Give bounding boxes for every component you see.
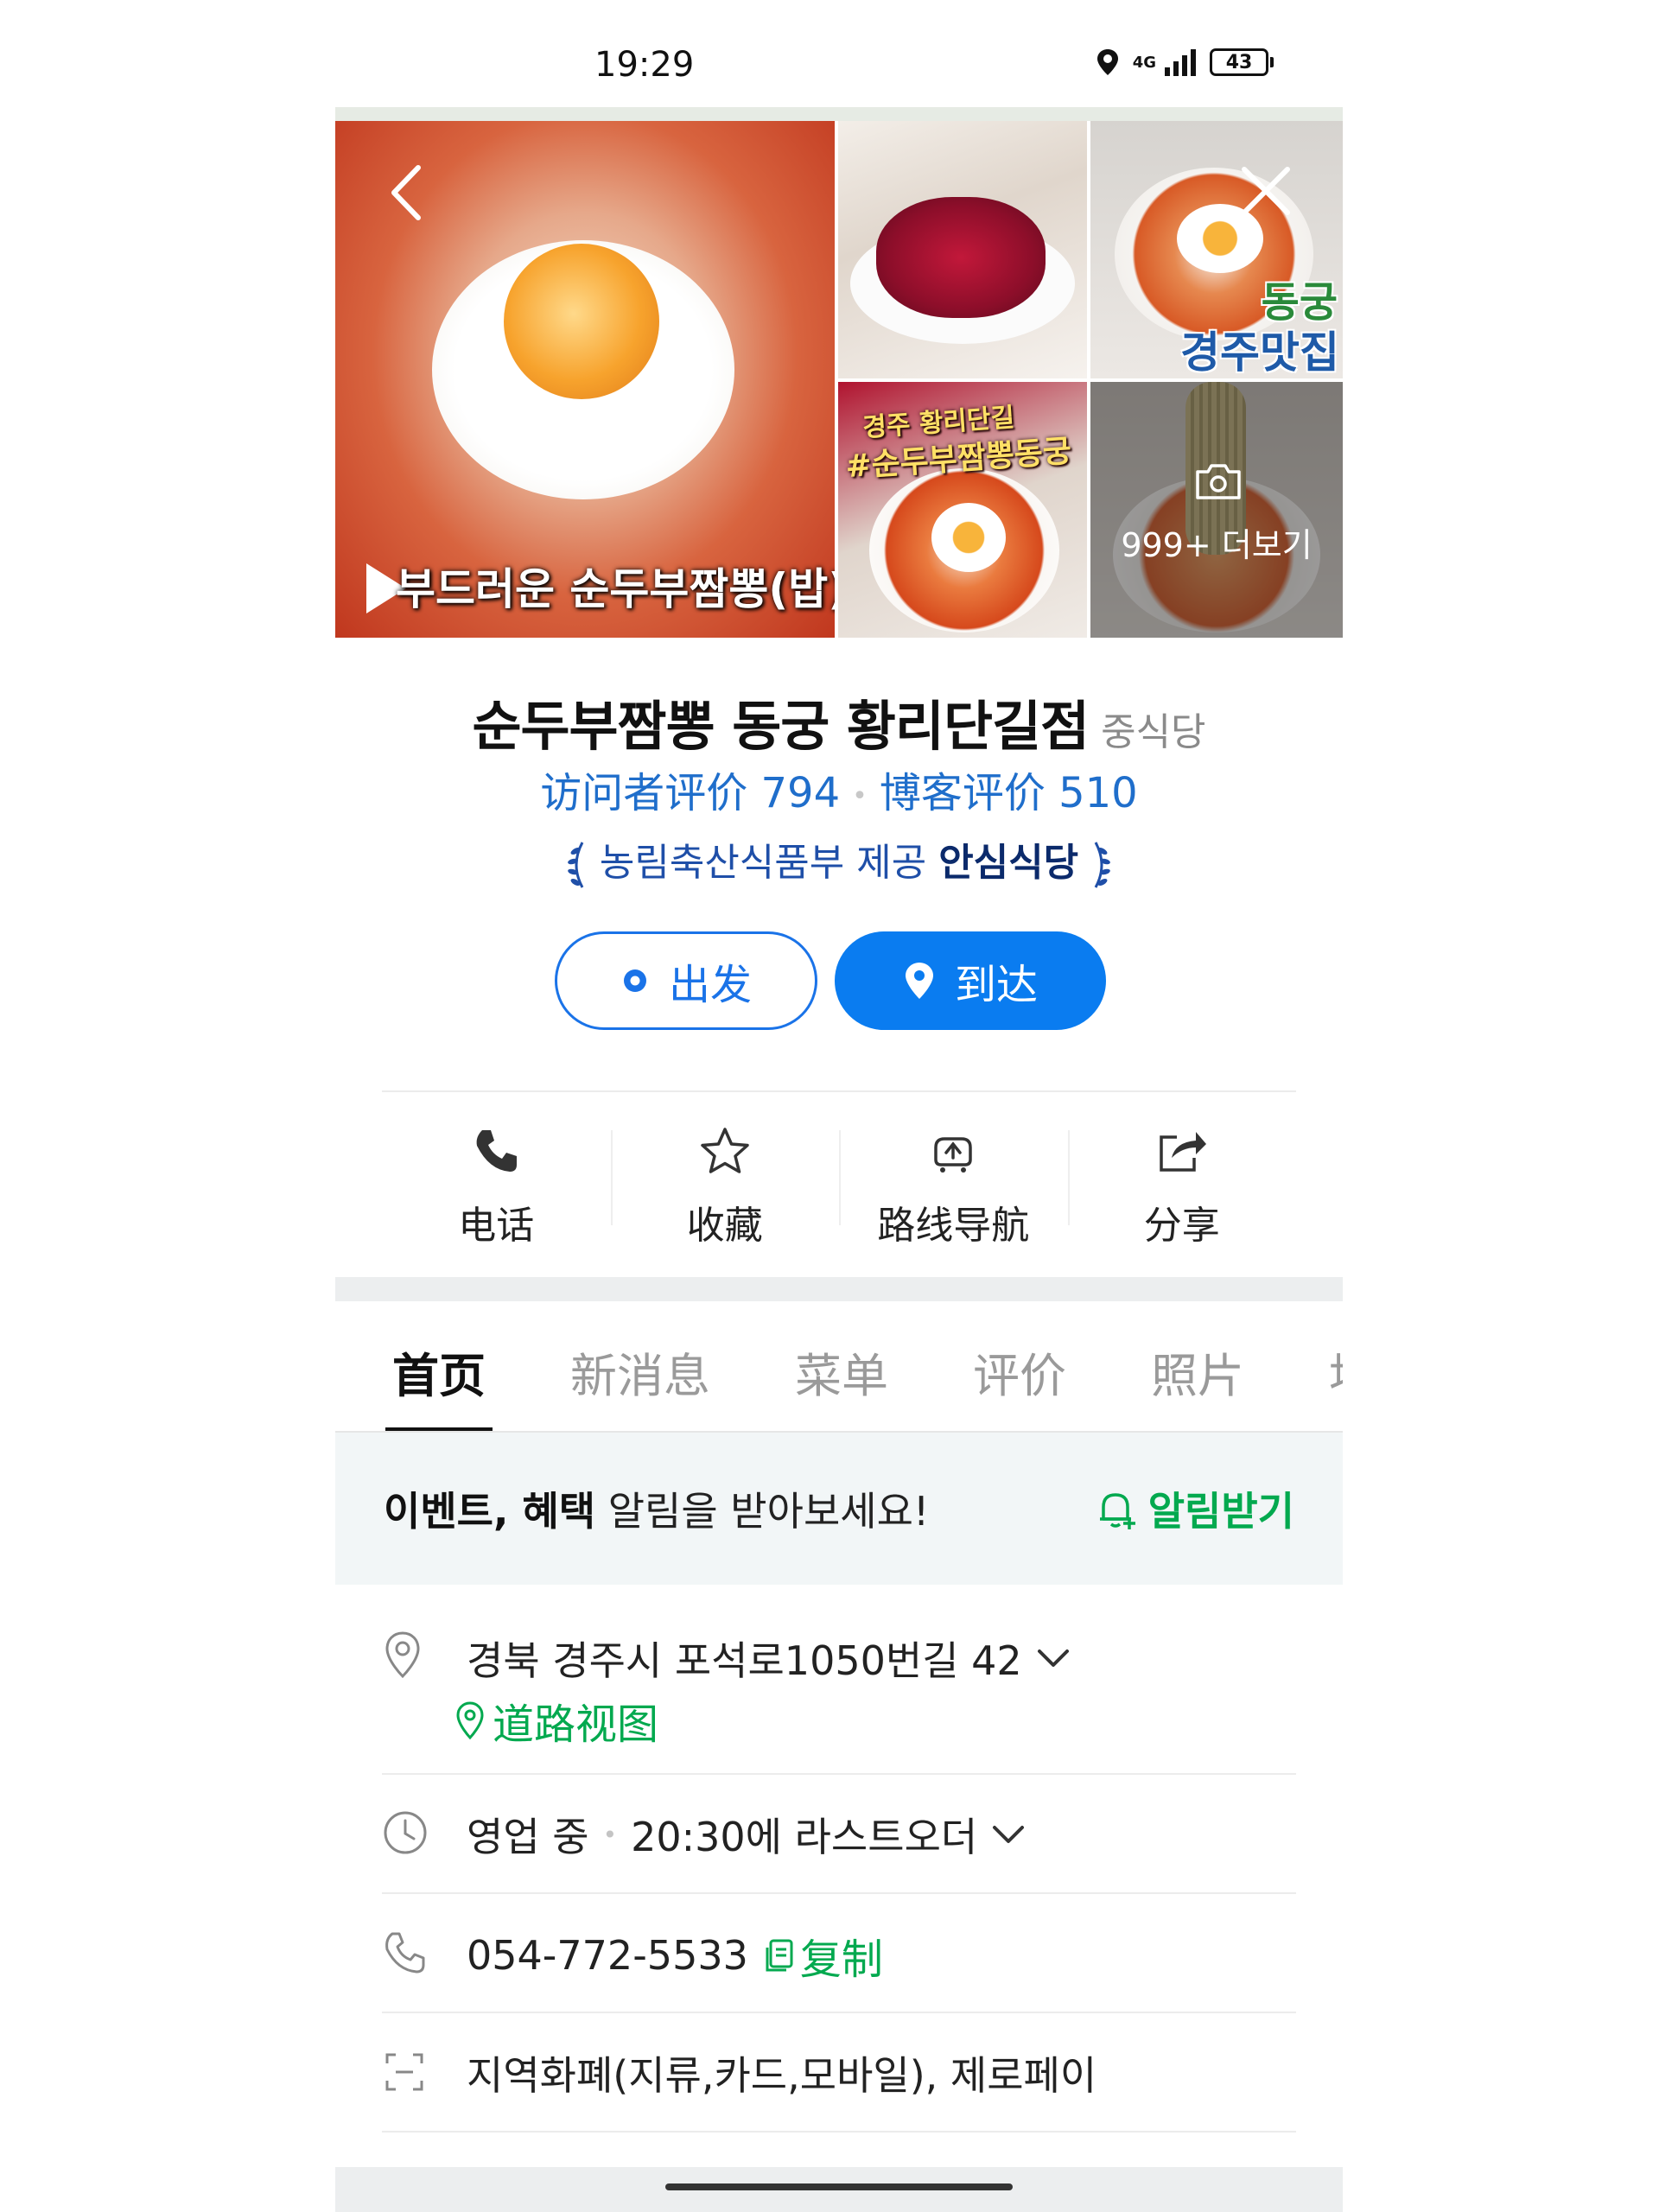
notification-banner: 이벤트, 혜택 알림을 받아보세요! 알림받기 [335, 1433, 1343, 1585]
signal-icon [1165, 49, 1196, 76]
battery-icon: 43 [1210, 48, 1274, 76]
payment-methods: 지역화폐(지류,카드,모바일), 제로페이 [467, 2052, 1097, 2099]
badge-provider: 농림축산식품부 제공 [599, 841, 927, 885]
quick-action-label: 路线导航 [877, 1204, 1030, 1248]
divider [382, 2012, 1296, 2013]
photo-thumbnail[interactable]: 동궁 경주맛집 [1090, 121, 1343, 378]
divider [382, 1090, 1296, 1092]
street-view-pin-icon [453, 1700, 487, 1741]
phone-number[interactable]: 054-772-5533 [467, 1932, 748, 1979]
arrive-label: 到达 [954, 961, 1038, 1009]
status-bar: 19:29 4G 43 [335, 0, 1343, 111]
laurel-right-icon [1094, 842, 1110, 888]
address-text: 경북 경주시 포석로1050번길 42 [467, 1637, 1022, 1684]
phone-icon [472, 1123, 520, 1179]
main-video-thumbnail[interactable]: 부드러운 순두부짬뽕(밥) [335, 121, 835, 638]
safe-restaurant-badge[interactable]: 농림축산식품부 제공 안심식당 [335, 831, 1343, 891]
chevron-down-icon[interactable] [991, 1823, 1026, 1846]
phone-outline-icon [382, 1930, 427, 1975]
share-button[interactable]: 分享 [1067, 1097, 1297, 1253]
quick-action-label: 分享 [1143, 1204, 1220, 1248]
arrive-button[interactable]: 到达 [835, 931, 1106, 1030]
place-category: 중식당 [1101, 710, 1206, 754]
photo-thumbnail[interactable] [838, 121, 1087, 378]
phone-row: 054-772-5533 复制 [382, 1918, 1296, 2005]
place-title: 순두부짬뽕 동궁 황리단길점 중식당 [335, 683, 1343, 760]
notification-message: 이벤트, 혜택 알림을 받아보세요! [384, 1488, 930, 1535]
divider [382, 1773, 1296, 1775]
badge-title: 안심식당 [938, 841, 1079, 885]
quick-action-label: 收藏 [686, 1204, 763, 1248]
home-indicator[interactable] [665, 2183, 1013, 2190]
laurel-left-icon [568, 842, 584, 888]
more-photos-tile[interactable]: 999+ 더보기 [1090, 382, 1343, 638]
battery-level: 43 [1210, 48, 1268, 76]
street-view-link[interactable]: 道路视图 [453, 1690, 658, 1751]
status-time: 19:29 [594, 45, 695, 85]
street-view-label: 道路视图 [493, 1700, 659, 1749]
scan-icon [382, 2050, 427, 2094]
chevron-down-icon[interactable] [1036, 1647, 1071, 1669]
status-icons: 4G 43 [1095, 48, 1274, 77]
open-status: 영업 중 [467, 1814, 589, 1860]
last-order-time: 20:30에 라스트오더 [631, 1814, 978, 1860]
quick-action-label: 电话 [458, 1204, 535, 1248]
subscribe-alerts-label: 알림받기 [1147, 1488, 1294, 1535]
photo-gallery[interactable]: 부드러운 순두부짬뽕(밥) 동궁 경주맛집 경주 황리단길 #순두부짬뽕동궁 9… [335, 121, 1343, 638]
quick-actions: 电话 收藏 路线导航 分享 [382, 1097, 1296, 1253]
phone-frame: 19:29 4G 43 부드러운 순두부짬뽕(밥) 동궁 경주맛집 경주 황리단… [335, 0, 1343, 2212]
origin-dot-icon [620, 966, 650, 995]
bell-plus-icon [1095, 1486, 1140, 1531]
photo-thumbnail[interactable]: 경주 황리단길 #순두부짬뽕동궁 [838, 382, 1087, 638]
blog-reviews-link[interactable]: 博客评价 510 [880, 769, 1138, 817]
location-icon [1096, 49, 1118, 75]
copy-label: 复制 [799, 1936, 883, 1984]
destination-pin-icon [903, 961, 936, 1001]
copy-button[interactable]: 复制 [764, 1925, 883, 1986]
back-arrow-icon[interactable] [387, 162, 425, 223]
map-strip [335, 107, 1343, 121]
place-name: 순두부짬뽕 동궁 황리단길점 [472, 695, 1090, 758]
tab-home[interactable]: 首页 [385, 1301, 493, 1431]
video-caption: 부드러운 순두부짬뽕(밥) [396, 564, 835, 614]
tab-map[interactable]: 地 [1329, 1301, 1343, 1431]
network-label: 4G [1132, 53, 1156, 72]
more-photos-label: 999+ 더보기 [1121, 526, 1313, 564]
close-icon[interactable] [1237, 162, 1294, 219]
call-button[interactable]: 电话 [382, 1097, 611, 1253]
screen: 19:29 4G 43 부드러운 순두부짬뽕(밥) 동궁 경주맛집 경주 황리단… [0, 0, 1659, 2212]
subscribe-alerts-button[interactable]: 알림받기 [1095, 1480, 1294, 1537]
tab-photos[interactable]: 照片 [1151, 1301, 1244, 1431]
visitor-reviews-link[interactable]: 访问者评价 794 [540, 769, 840, 817]
route-button[interactable]: 路线导航 [839, 1097, 1068, 1253]
depart-label: 出发 [668, 961, 752, 1009]
divider [382, 2131, 1296, 2133]
section-gap [335, 1277, 1343, 1301]
copy-icon [764, 1937, 795, 1974]
tab-news[interactable]: 新消息 [570, 1301, 710, 1431]
payment-row: 지역화폐(지류,카드,모바일), 제로페이 [382, 2037, 1296, 2124]
save-button[interactable]: 收藏 [610, 1097, 840, 1253]
camera-icon [1196, 464, 1241, 499]
map-pin-icon [382, 1630, 423, 1681]
tab-bar: 首页 新消息 菜单 评价 照片 地 [335, 1301, 1343, 1433]
share-icon [1156, 1123, 1208, 1179]
photo-overlay-text: 경주맛집 [1180, 327, 1339, 378]
route-icon [927, 1123, 979, 1179]
depart-button[interactable]: 出发 [555, 931, 817, 1030]
clock-icon [382, 1809, 429, 1856]
hours-row[interactable]: 영업 중 • 20:30에 라스트오더 [382, 1799, 1296, 1885]
review-counts: 访问者评价 794 • 博客评价 510 [540, 769, 1138, 817]
tab-menu[interactable]: 菜单 [795, 1301, 888, 1431]
tab-reviews[interactable]: 评价 [973, 1301, 1066, 1431]
address-row: 경북 경주시 포석로1050번길 42 道路视图 [382, 1612, 1296, 1768]
divider [382, 1892, 1296, 1894]
star-icon [699, 1123, 751, 1179]
